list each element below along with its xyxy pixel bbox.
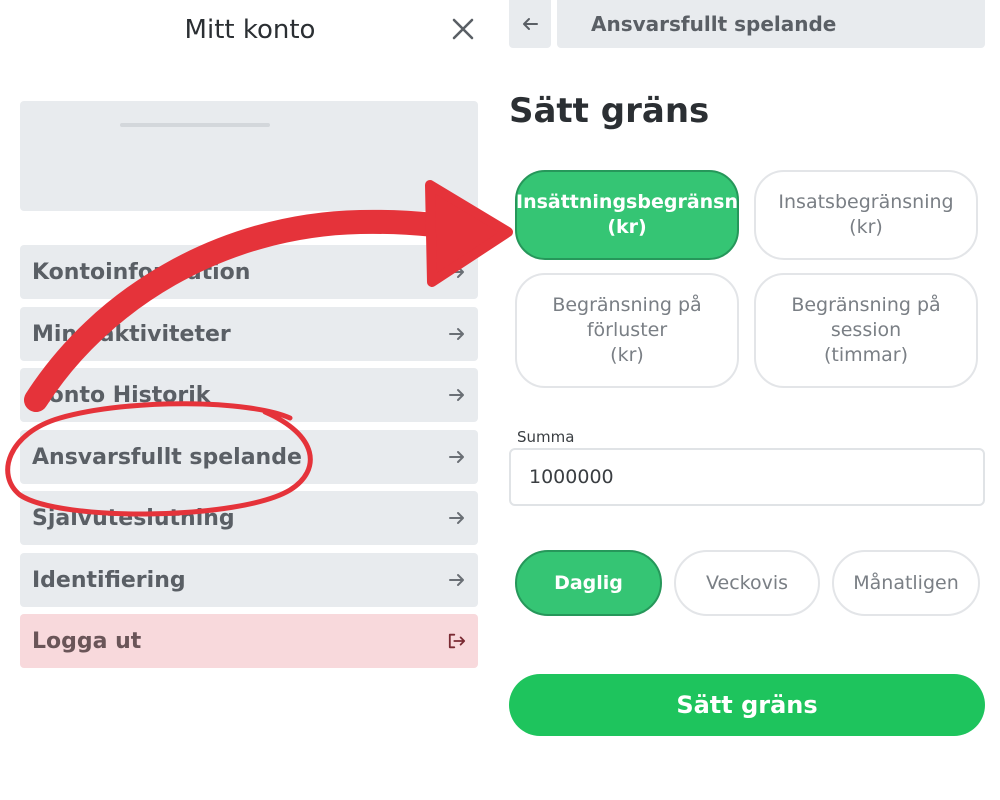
- redacted-account-info: [120, 123, 270, 127]
- limit-type-label: Insättningsbegränsn: [516, 191, 739, 213]
- back-button[interactable]: [509, 0, 551, 48]
- menu-item-label: Konto Historik: [32, 382, 211, 408]
- limit-type-label: Begränsning på: [791, 294, 941, 316]
- close-icon: [452, 18, 474, 40]
- limit-type-unit: (kr): [610, 344, 644, 366]
- period-label: Daglig: [554, 572, 623, 594]
- menu-item-mina-aktiviteter[interactable]: Mina aktiviteter: [20, 307, 478, 361]
- arrow-left-icon: [523, 18, 538, 30]
- amount-label: Summa: [517, 428, 575, 446]
- limit-type-unit: (kr): [607, 216, 647, 238]
- period-daily-button[interactable]: Daglig: [515, 550, 662, 616]
- limit-type-unit: (timmar): [823, 344, 909, 366]
- period-label: Veckovis: [705, 572, 789, 594]
- menu-item-label: Självuteslutning: [32, 505, 235, 531]
- arrow-right-icon: [448, 325, 466, 343]
- period-weekly-button[interactable]: Veckovis: [674, 550, 820, 616]
- arrow-right-icon: [448, 386, 466, 404]
- amount-input[interactable]: [509, 448, 985, 506]
- set-limit-button[interactable]: Sätt gräns: [509, 674, 985, 736]
- header-title: Ansvarsfullt spelande: [591, 12, 837, 36]
- menu-item-konto-historik[interactable]: Konto Historik: [20, 368, 478, 422]
- arrow-right-icon: [448, 448, 466, 466]
- menu-item-label: Ansvarsfullt spelande: [32, 444, 302, 470]
- menu-item-identifiering[interactable]: Identifiering: [20, 553, 478, 607]
- header-bar: Ansvarsfullt spelande: [557, 0, 985, 48]
- account-summary-card: [20, 101, 478, 211]
- menu-item-ansvarsfullt-spelande[interactable]: Ansvarsfullt spelande: [20, 430, 478, 484]
- limit-type-unit: (kr): [849, 216, 883, 238]
- limit-type-label: förluster: [586, 319, 668, 341]
- arrow-right-icon: [448, 571, 466, 589]
- limit-type-session[interactable]: Begränsning på session (timmar): [754, 273, 978, 388]
- menu-item-sjalvuteslutning[interactable]: Självuteslutning: [20, 491, 478, 545]
- menu-item-label: Identifiering: [32, 567, 186, 593]
- close-button[interactable]: [446, 12, 480, 46]
- arrow-right-icon: [448, 263, 466, 281]
- arrow-right-icon: [448, 509, 466, 527]
- limit-type-label: session: [830, 319, 902, 341]
- limit-type-deposit[interactable]: Insättningsbegränsn (kr): [515, 170, 739, 260]
- menu-item-label: Mina aktiviteter: [32, 321, 231, 347]
- limit-type-wager[interactable]: Insatsbegränsning (kr): [754, 170, 978, 260]
- limit-type-loss[interactable]: Begränsning på förluster (kr): [515, 273, 739, 388]
- logout-icon: [448, 632, 466, 650]
- menu-item-kontoinformation[interactable]: Kontoinformation: [20, 245, 478, 299]
- panel-title: Mitt konto: [184, 15, 316, 45]
- period-label: Månatligen: [853, 572, 959, 594]
- limit-type-label: Insatsbegränsning: [778, 191, 954, 213]
- limit-type-label: Begränsning på: [552, 294, 702, 316]
- set-limit-label: Sätt gräns: [676, 691, 818, 719]
- page-title: Sätt gräns: [509, 91, 710, 131]
- logout-button[interactable]: Logga ut: [20, 614, 478, 668]
- period-monthly-button[interactable]: Månatligen: [832, 550, 980, 616]
- menu-item-label: Kontoinformation: [32, 259, 251, 285]
- menu-item-label: Logga ut: [32, 628, 142, 654]
